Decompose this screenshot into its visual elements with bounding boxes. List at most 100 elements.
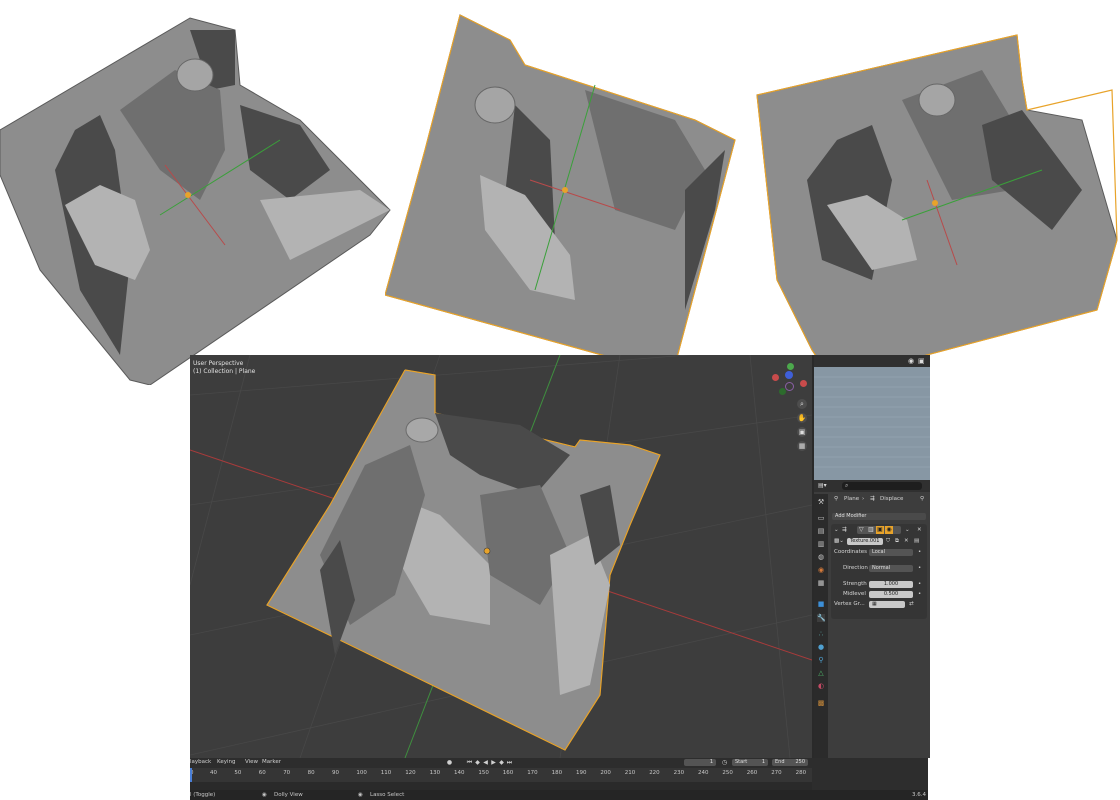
frame-tick: 80 — [307, 770, 315, 776]
unlink-texture-icon[interactable]: ✕ — [904, 538, 909, 544]
timeline-ruler[interactable]: 0405060708090100110120130140150160170180… — [190, 768, 812, 782]
end-label: End — [775, 759, 785, 765]
toggle-hint: l (Toggle) — [190, 792, 216, 798]
timeline-header: layback Keying View Marker ● ⏮ ◆ ◀ ▶ ◆ ⏭… — [190, 758, 812, 768]
midlevel-label: Midlevel — [843, 591, 866, 597]
outliner-rows — [814, 376, 930, 468]
gizmo-y-axis[interactable] — [787, 363, 794, 370]
cage-icon[interactable]: ▥ — [868, 526, 874, 533]
frame-tick: 120 — [405, 770, 416, 776]
pin-icon[interactable]: ⚲ — [920, 496, 924, 502]
wrench-icon[interactable]: 🔧 — [817, 614, 826, 622]
gizmo-z-axis[interactable] — [785, 371, 793, 379]
modifier-dropdown-icon[interactable]: ⌄ — [905, 527, 910, 533]
zoom-icon[interactable]: ⌕ — [797, 399, 807, 409]
navigation-gizmo[interactable] — [770, 363, 810, 403]
direction-keyframe-icon[interactable]: • — [918, 565, 921, 571]
playback-menu[interactable]: layback — [190, 759, 211, 765]
frame-tick: 280 — [795, 770, 807, 776]
data-tab-icon[interactable]: △ — [817, 669, 825, 677]
3d-viewport[interactable]: User Perspective (1) Collection | Plane … — [190, 355, 812, 758]
current-frame-field[interactable]: 1 — [684, 759, 716, 766]
tool-tab-icon[interactable]: ⚒ — [817, 498, 825, 506]
strength-field[interactable]: 1.000 — [869, 581, 913, 588]
frame-tick: 190 — [576, 770, 587, 776]
outliner-header: ◉ ▣ — [814, 355, 930, 367]
jump-end-icon[interactable]: ⏭ — [506, 759, 513, 766]
collection-tab-icon[interactable]: ▦ — [817, 579, 825, 587]
gizmo-neg-x-axis[interactable] — [800, 380, 807, 387]
scene-tab-icon[interactable]: ◍ — [817, 553, 825, 561]
output-tab-icon[interactable]: ▤ — [817, 527, 825, 535]
direction-select[interactable]: Normal — [869, 565, 913, 572]
viewport-display-icon[interactable]: ▣ — [876, 526, 884, 534]
coordinates-select[interactable]: Local — [869, 549, 913, 556]
gizmo-neg-y-axis[interactable] — [779, 388, 786, 395]
texture-name-field[interactable]: Texture.001 — [847, 538, 883, 545]
prev-keyframe-icon[interactable]: ◆ — [474, 759, 481, 766]
camera-icon[interactable]: ▣ — [797, 427, 807, 437]
frame-tick: 40 — [210, 770, 217, 776]
remove-modifier-icon[interactable]: ✕ — [917, 527, 922, 533]
start-frame-field[interactable]: Start 1 — [732, 759, 768, 766]
vertex-group-label: Vertex Gr... — [834, 601, 865, 607]
status-bar: l (Toggle) ◉ Dolly View ◉ Lasso Select 3… — [190, 790, 928, 800]
object-icon: ⚲ — [834, 496, 839, 502]
texture-browse-icon[interactable]: ▩⌄ — [834, 538, 844, 544]
texture-settings-icon[interactable]: ▤ — [914, 538, 919, 544]
modifier-toggle-group[interactable]: ▽ ▥ ▣ ◉ — [857, 526, 901, 534]
next-keyframe-icon[interactable]: ◆ — [498, 759, 505, 766]
frame-tick: 250 — [722, 770, 733, 776]
view-menu[interactable]: View — [245, 759, 258, 765]
world-tab-icon[interactable]: ◉ — [817, 566, 825, 574]
displace-modifier-panel: ⌄ ⇶ ▽ ▥ ▣ ◉ ⌄ ✕ ▩⌄ Texture.001 ⛉ ⧉ ✕ ▤ C… — [831, 524, 927, 619]
marker-menu[interactable]: Marker — [262, 759, 281, 765]
midlevel-keyframe-icon[interactable]: • — [918, 591, 921, 597]
midlevel-field[interactable]: 0.500 — [869, 591, 913, 598]
edit-mode-icon[interactable]: ▽ — [859, 526, 864, 533]
particles-tab-icon[interactable]: ∴ — [817, 630, 825, 638]
search-input[interactable]: ⌕ — [842, 482, 922, 490]
material-tab-icon[interactable]: ◐ — [817, 682, 825, 690]
outliner-panel[interactable]: ◉ ▣ — [812, 355, 930, 480]
hand-icon[interactable]: ✋ — [797, 413, 807, 423]
start-value: 1 — [761, 759, 765, 765]
gizmo-x-axis[interactable] — [772, 374, 779, 381]
view-layer-tab-icon[interactable]: ▥ — [817, 540, 825, 548]
vertex-group-icon: ▦ — [872, 601, 877, 607]
breadcrumb-separator-icon: › — [862, 496, 865, 502]
mouse-right-icon: ◉ — [358, 792, 363, 798]
camera-visibility-icon[interactable]: ▣ — [918, 357, 925, 365]
properties-panel[interactable]: ▤▾ ⌕ ⚒ ▭ ▤ ▥ ◍ ◉ ▦ ■ 🔧 ∴ ● ⚲ △ ◐ ▩ ⚲ Pla… — [812, 480, 930, 758]
render-display-icon[interactable]: ◉ — [885, 526, 893, 534]
constraints-tab-icon[interactable]: ⚲ — [817, 656, 825, 664]
clock-icon[interactable]: ◷ — [721, 759, 728, 766]
end-frame-field[interactable]: End 250 — [772, 759, 808, 766]
eye-icon[interactable]: ◉ — [908, 357, 914, 365]
vertex-group-field[interactable]: ▦ — [869, 601, 905, 608]
fake-user-icon[interactable]: ⛉ — [886, 538, 890, 545]
duplicate-texture-icon[interactable]: ⧉ — [895, 538, 899, 545]
texture-tab-icon[interactable]: ▩ — [817, 699, 825, 707]
collapse-chevron-icon[interactable]: ⌄ — [834, 527, 839, 533]
frame-tick: 60 — [258, 770, 266, 776]
play-reverse-icon[interactable]: ◀ — [482, 759, 489, 766]
strength-keyframe-icon[interactable]: • — [918, 581, 921, 587]
properties-bottom-area — [812, 758, 928, 790]
invert-vertex-group-icon[interactable]: ⇄ — [909, 601, 914, 607]
object-tab-icon[interactable]: ■ — [817, 600, 825, 608]
editor-type-icon[interactable]: ▤▾ — [818, 482, 827, 489]
add-modifier-button[interactable]: Add Modifier — [832, 513, 926, 520]
render-tab-icon[interactable]: ▭ — [817, 514, 825, 522]
gizmo-neg-z-axis[interactable] — [785, 382, 794, 391]
play-icon[interactable]: ▶ — [490, 759, 497, 766]
coordinates-keyframe-icon[interactable]: • — [918, 549, 921, 555]
physics-tab-icon[interactable]: ● — [817, 643, 825, 651]
grid-icon[interactable]: ▦ — [797, 441, 807, 451]
record-icon[interactable]: ● — [446, 759, 453, 766]
displaced-plane-mesh[interactable] — [190, 355, 812, 758]
frame-tick: 220 — [649, 770, 660, 776]
timeline-track[interactable] — [190, 782, 812, 790]
jump-start-icon[interactable]: ⏮ — [466, 759, 473, 766]
keying-menu[interactable]: Keying — [217, 759, 235, 765]
